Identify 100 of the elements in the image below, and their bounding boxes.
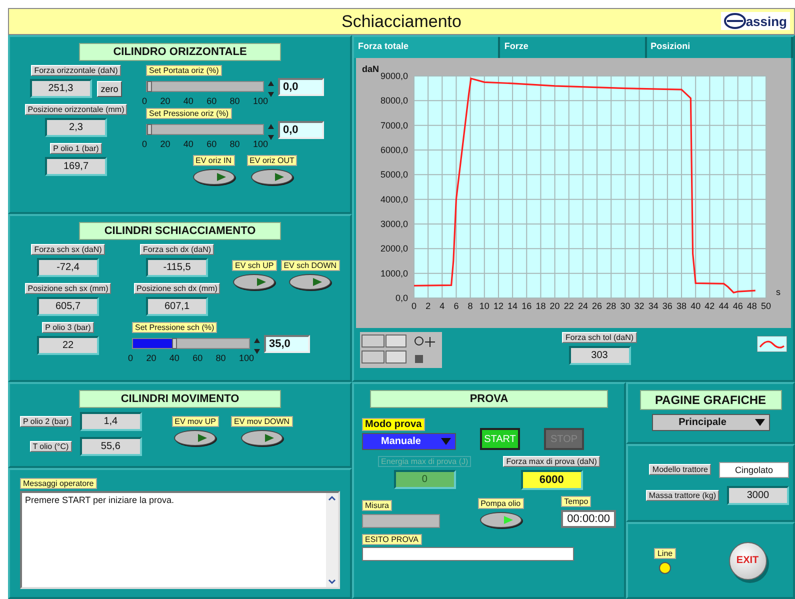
- section-heading: PAGINE GRAFICHE: [640, 390, 782, 410]
- switch-label: EV oriz IN: [192, 155, 235, 166]
- tick-label: 20: [160, 138, 170, 149]
- slider-thumb[interactable]: [147, 124, 152, 135]
- spinner-arrows-icon[interactable]: [268, 123, 274, 141]
- x-tick-label: 44: [718, 301, 729, 311]
- x-tick-label: 40: [690, 301, 701, 311]
- tick-label: 60: [192, 352, 203, 363]
- indicator-label: P olio 3 (bar): [42, 322, 94, 333]
- window-title: Schiacciamento: [341, 12, 462, 32]
- toggle-switch[interactable]: [480, 512, 522, 528]
- value-display: 22: [37, 336, 99, 355]
- tick-label: 0: [142, 95, 148, 106]
- indicator-label: Modello trattore: [649, 464, 711, 475]
- indicator-label: Forza orizzontale (daN): [31, 65, 121, 76]
- model-field[interactable]: Cingolato: [719, 462, 789, 478]
- spinner-arrows-icon[interactable]: [254, 337, 260, 355]
- x-tick-label: 50: [761, 301, 771, 311]
- x-tick-label: 12: [493, 301, 504, 311]
- x-tick-label: 4: [440, 301, 445, 311]
- slider-track[interactable]: [146, 124, 264, 135]
- y-tick-label: 6000,0: [380, 145, 408, 155]
- numeric-field[interactable]: 0,0: [278, 78, 324, 96]
- numeric-field[interactable]: 35,0: [264, 335, 310, 353]
- indicator-label: Forza sch sx (daN): [31, 244, 105, 255]
- time-display: 00:00:00: [561, 510, 616, 528]
- indicator-label: Posizione orizzontale (mm): [24, 104, 128, 115]
- x-tick-label: 24: [578, 301, 588, 311]
- scroll-up-icon[interactable]: [328, 495, 336, 501]
- switch-label: EV sch DOWN: [280, 260, 340, 271]
- tick-label: 0: [128, 352, 134, 363]
- value-display: -72,4: [37, 258, 99, 277]
- spinner-arrows-icon[interactable]: [268, 80, 274, 98]
- y-tick-label: 9000,0: [380, 71, 408, 81]
- section-heading: CILINDRI MOVIMENTO: [79, 390, 281, 408]
- y-tick-label: 0,0: [395, 293, 408, 303]
- toggle-button[interactable]: [192, 169, 235, 185]
- dropdown-arrow-icon[interactable]: [754, 419, 764, 426]
- value-display[interactable]: 6000: [520, 470, 583, 490]
- value-display: 1,4: [80, 412, 142, 431]
- slider-track[interactable]: [132, 338, 250, 349]
- numeric-field[interactable]: 0,0: [278, 121, 324, 139]
- x-tick-label: 22: [564, 301, 574, 311]
- axis-unit: daN: [362, 64, 380, 74]
- value-display: -115,5: [146, 258, 208, 277]
- logo-icon: [724, 13, 746, 29]
- toggle-button[interactable]: [251, 169, 293, 185]
- message-box[interactable]: Premere START per iniziare la prova.: [20, 491, 340, 589]
- y-tick-label: 2000,0: [380, 244, 408, 254]
- section-heading: CILINDRO ORIZZONTALE: [79, 43, 281, 61]
- tick-label: 80: [230, 138, 240, 149]
- x-tick-label: 38: [676, 301, 687, 311]
- x-tick-label: 16: [522, 301, 532, 311]
- tick-label: 100: [238, 352, 254, 363]
- slider-thumb[interactable]: [147, 81, 152, 92]
- tick-label: 60: [206, 95, 217, 106]
- y-tick-label: 8000,0: [380, 96, 408, 106]
- switch-label: EV oriz OUT: [246, 155, 298, 166]
- tick-label: 100: [252, 95, 268, 106]
- toggle-button[interactable]: [174, 430, 216, 446]
- mode-dropdown[interactable]: Manuale: [362, 433, 456, 450]
- value-display: 607,1: [146, 297, 208, 316]
- x-tick-label: 10: [479, 301, 490, 311]
- tick-label: 20: [160, 95, 170, 106]
- scrollbar[interactable]: [326, 493, 338, 587]
- x-tick-label: 26: [592, 301, 602, 311]
- dropdown-label: Modo prova: [362, 418, 425, 431]
- message-text: Premere START per iniziare la prova.: [24, 494, 176, 507]
- y-tick-label: 7000,0: [380, 120, 408, 130]
- x-tick-label: 28: [606, 301, 616, 311]
- indicator-label: Forza sch dx (daN): [140, 244, 214, 255]
- section-heading: PROVA: [370, 390, 608, 408]
- x-tick-label: 36: [662, 301, 672, 311]
- field-label: Messaggi operatore: [20, 478, 97, 489]
- indicator-label: P olio 2 (bar): [20, 416, 72, 427]
- slider-track[interactable]: [146, 81, 264, 92]
- axis-unit: s: [776, 287, 780, 297]
- plot-legend-icon[interactable]: [757, 336, 787, 352]
- value-display: 3000: [727, 486, 789, 504]
- toggle-button[interactable]: [289, 274, 332, 290]
- indicator-label: Forza max di prova (daN): [503, 456, 600, 467]
- slider-thumb[interactable]: [172, 338, 177, 349]
- scroll-down-icon[interactable]: [328, 579, 336, 585]
- zero-button[interactable]: zero: [96, 80, 122, 96]
- indicator-label: Posizione sch dx (mm): [134, 283, 220, 294]
- indicator-label: Massa trattore (kg): [646, 490, 719, 500]
- exit-button[interactable]: EXIT: [728, 542, 767, 580]
- tick-label: 20: [146, 352, 156, 363]
- indicator-label: T olio (°C): [30, 441, 72, 452]
- page-dropdown[interactable]: Principale: [652, 414, 770, 431]
- switch-label: EV mov DOWN: [231, 416, 293, 427]
- y-tick-label: 3000,0: [380, 219, 408, 229]
- x-tick-label: 20: [550, 301, 560, 311]
- x-tick-label: 30: [620, 301, 630, 311]
- tick-label: 0: [142, 138, 148, 149]
- graph-palette[interactable]: [360, 332, 442, 368]
- slider-label: Set Pressione sch (%): [132, 322, 218, 333]
- value-display: 605,7: [37, 297, 99, 316]
- toggle-button[interactable]: [233, 274, 276, 290]
- toggle-button[interactable]: [240, 430, 283, 446]
